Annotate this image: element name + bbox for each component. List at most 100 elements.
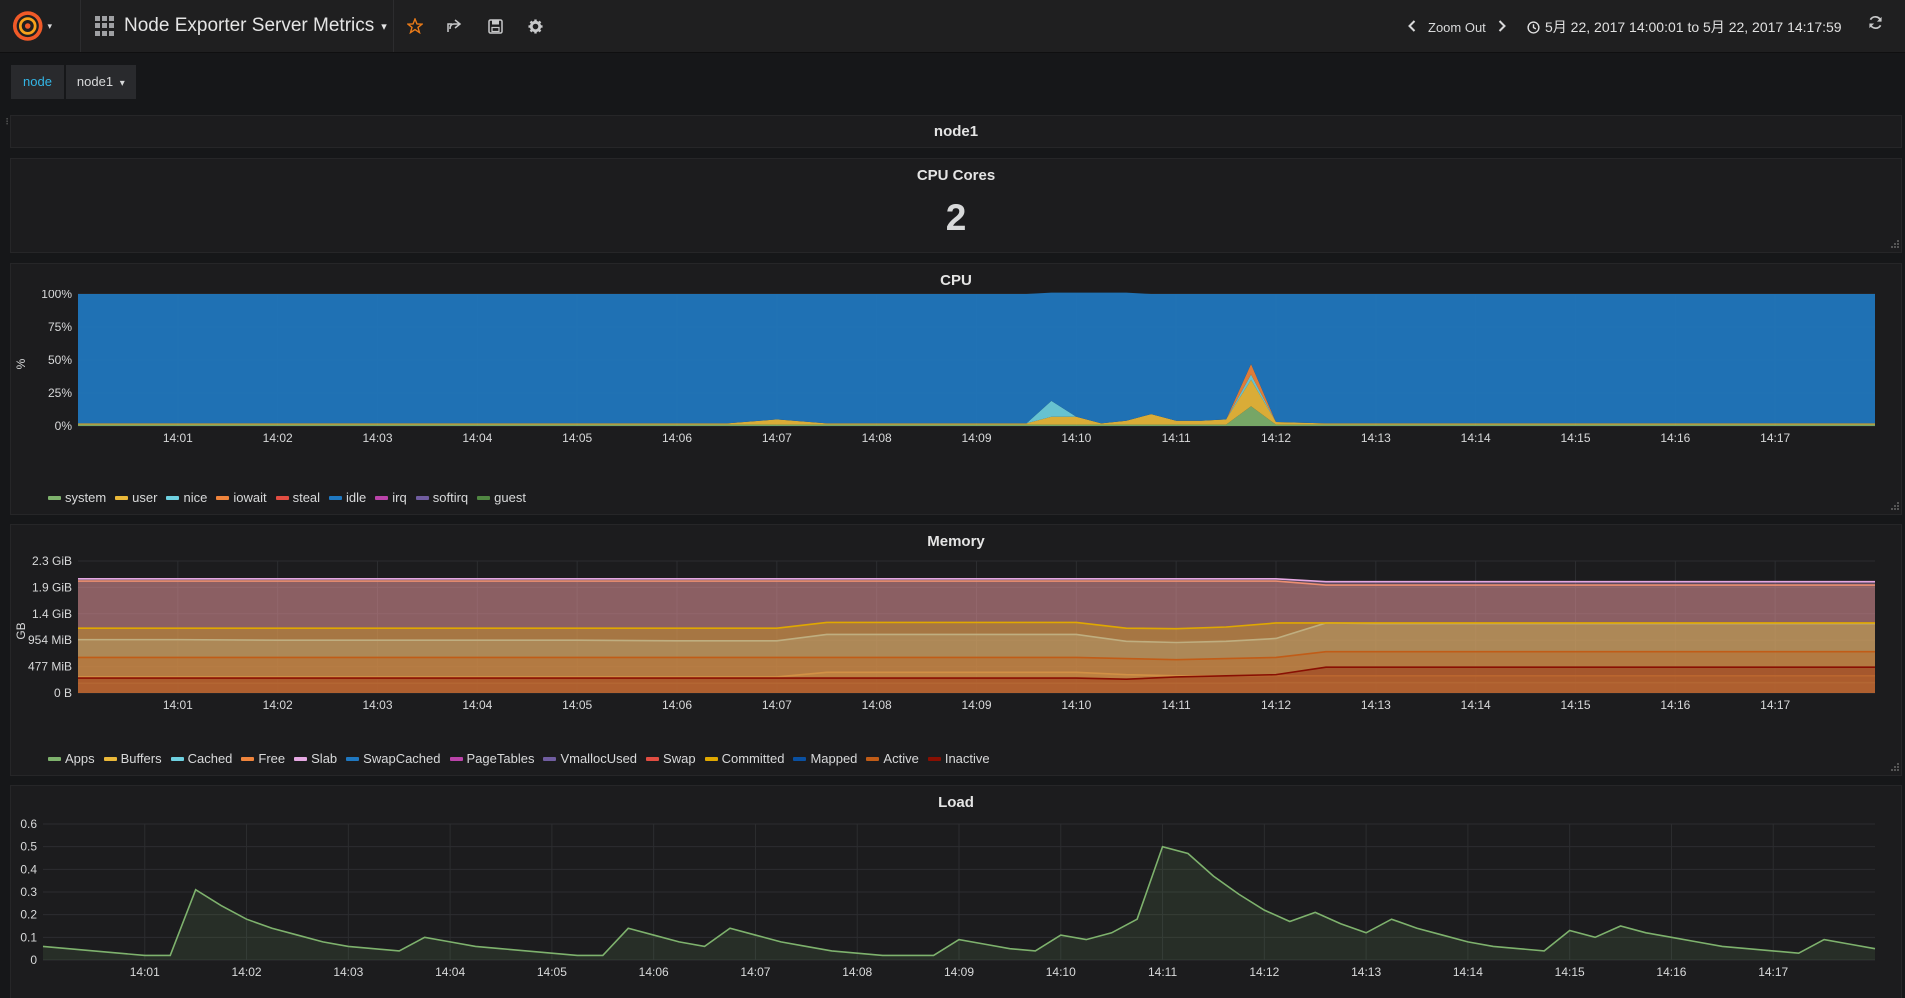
x-tick-label: 14:16 bbox=[1660, 431, 1690, 445]
legend-item-idle[interactable]: idle bbox=[329, 490, 366, 505]
legend-swatch bbox=[866, 756, 880, 761]
gear-icon bbox=[527, 18, 543, 34]
legend-item-pagetables[interactable]: PageTables bbox=[449, 751, 534, 766]
y-axis-label: % bbox=[14, 358, 28, 369]
zoom-out-button[interactable]: Zoom Out bbox=[1424, 20, 1490, 35]
panel-resize-icon[interactable] bbox=[1889, 502, 1899, 512]
legend-item-mapped[interactable]: Mapped bbox=[793, 751, 857, 766]
legend-item-iowait[interactable]: iowait bbox=[216, 490, 267, 505]
legend-label: Active bbox=[883, 751, 919, 766]
legend-swatch bbox=[216, 495, 230, 500]
clock-icon bbox=[1527, 20, 1540, 34]
share-dashboard-button[interactable] bbox=[441, 13, 467, 39]
x-tick-label: 14:07 bbox=[762, 431, 792, 445]
legend-swatch bbox=[477, 495, 491, 500]
panel-title[interactable]: CPU Cores bbox=[11, 167, 1901, 184]
row-title: node1 bbox=[933, 123, 979, 140]
legend-item-irq[interactable]: irq bbox=[375, 490, 407, 505]
cpu-graph[interactable]: 0% 25% 50% 75% 100% 14:01 14:02 14:03 14:04 14:05… bbox=[11, 290, 1899, 500]
legend-swatch bbox=[170, 756, 184, 761]
legend-item-committed[interactable]: Committed bbox=[704, 751, 784, 766]
legend-item-apps[interactable]: Apps bbox=[48, 751, 95, 766]
legend-label: Mapped bbox=[810, 751, 858, 766]
cpu-legend: system user nice iowait steal idle irq softirq g… bbox=[48, 490, 535, 505]
legend-label: nice bbox=[183, 490, 208, 505]
memory-legend: Apps Buffers Cached Free Slab SwapCached PageT… bbox=[48, 751, 999, 766]
panel-title[interactable]: Memory bbox=[11, 533, 1901, 550]
refresh-icon bbox=[1869, 16, 1882, 29]
legend-label: steal bbox=[292, 490, 321, 505]
top-navbar: ▾ Node Exporter Server Metrics ▾ Zoom Ou… bbox=[0, 0, 1905, 53]
time-shift-back-button[interactable] bbox=[1400, 19, 1424, 35]
y-tick-label: 1.9 GiB bbox=[32, 580, 72, 594]
x-tick-label: 14:17 bbox=[1760, 698, 1790, 712]
menu-caret-icon: ▾ bbox=[47, 20, 52, 31]
legend-item-steal[interactable]: steal bbox=[275, 490, 321, 505]
series-group bbox=[78, 577, 1875, 693]
legend-swatch bbox=[48, 756, 61, 761]
variable-select-node[interactable]: node1 ▾ bbox=[65, 65, 136, 99]
legend-item-inactive[interactable]: Inactive bbox=[927, 751, 990, 766]
x-tick-label: 14:06 bbox=[639, 965, 669, 979]
x-tick-label: 14:11 bbox=[1148, 965, 1177, 979]
legend-item-free[interactable]: Free bbox=[241, 751, 285, 766]
x-tick-label: 14:10 bbox=[1046, 965, 1076, 979]
load-graph[interactable]: 0 0.1 0.2 0.3 0.4 0.5 0.6 14:01 14:02 14:03 14:04 1… bbox=[11, 812, 1899, 998]
legend-item-system[interactable]: system bbox=[48, 490, 106, 505]
legend-item-swap[interactable]: Swap bbox=[646, 751, 696, 766]
legend-item-buffers[interactable]: Buffers bbox=[103, 751, 162, 766]
x-tick-label: 14:10 bbox=[1061, 698, 1091, 712]
legend-item-vmallocused[interactable]: VmallocUsed bbox=[543, 751, 637, 766]
x-tick-label: 14:13 bbox=[1361, 431, 1391, 445]
legend-item-swapcached[interactable]: SwapCached bbox=[346, 751, 441, 766]
legend-item-softirq[interactable]: softirq bbox=[415, 490, 468, 505]
refresh-button[interactable] bbox=[1868, 15, 1883, 33]
x-tick-label: 14:03 bbox=[333, 965, 363, 979]
legend-label: Swap bbox=[663, 751, 696, 766]
chevron-right-icon bbox=[1498, 20, 1506, 32]
legend-item-cached[interactable]: Cached bbox=[170, 751, 232, 766]
x-tick-label: 14:12 bbox=[1261, 431, 1291, 445]
grafana-menu-button[interactable]: ▾ bbox=[12, 8, 52, 44]
share-icon bbox=[447, 19, 462, 32]
legend-item-user[interactable]: user bbox=[115, 490, 157, 505]
y-tick-label: 954 MiB bbox=[28, 633, 72, 647]
legend-item-nice[interactable]: nice bbox=[166, 490, 207, 505]
variable-label-node: node bbox=[11, 65, 64, 99]
x-tick-label: 14:16 bbox=[1656, 965, 1686, 979]
legend-label: user bbox=[132, 490, 158, 505]
legend-label: idle bbox=[346, 490, 367, 505]
legend-swatch bbox=[793, 756, 807, 761]
legend-label: Inactive bbox=[944, 751, 990, 766]
panel-title[interactable]: Load bbox=[11, 794, 1901, 811]
x-tick-label: 14:12 bbox=[1249, 965, 1279, 979]
zoom-controls: Zoom Out bbox=[1400, 16, 1514, 38]
star-dashboard-button[interactable] bbox=[402, 13, 428, 39]
x-tick-label: 14:01 bbox=[163, 698, 193, 712]
time-shift-forward-button[interactable] bbox=[1490, 19, 1514, 35]
legend-swatch bbox=[275, 495, 289, 500]
x-tick-label: 14:13 bbox=[1361, 698, 1391, 712]
save-dashboard-button[interactable] bbox=[482, 13, 508, 39]
x-tick-label: 14:08 bbox=[842, 965, 872, 979]
legend-swatch bbox=[48, 495, 61, 500]
panel-resize-icon[interactable] bbox=[1889, 763, 1899, 773]
drag-handle-icon[interactable]: ⋮ bbox=[3, 118, 11, 132]
x-tick-label: 14:04 bbox=[435, 965, 465, 979]
legend-item-active[interactable]: Active bbox=[866, 751, 919, 766]
dashboard-settings-button[interactable] bbox=[522, 13, 548, 39]
time-range-label: 5月 22, 2017 14:00:01 to 5月 22, 2017 14:1… bbox=[1545, 19, 1842, 35]
legend-item-guest[interactable]: guest bbox=[477, 490, 526, 505]
star-icon bbox=[407, 18, 423, 34]
panel-resize-icon[interactable] bbox=[1889, 240, 1899, 250]
legend-swatch bbox=[646, 756, 660, 761]
time-range-picker[interactable]: 5月 22, 2017 14:00:01 to 5月 22, 2017 14:1… bbox=[1527, 16, 1842, 38]
legend-item-slab[interactable]: Slab bbox=[294, 751, 337, 766]
dashboard-title-button[interactable]: Node Exporter Server Metrics ▾ bbox=[95, 14, 387, 38]
dashboard-row-header[interactable]: ⋮ node1 bbox=[3, 115, 1902, 148]
y-tick-label: 0% bbox=[55, 419, 73, 433]
panel-title[interactable]: CPU bbox=[11, 272, 1901, 289]
series-area-idle bbox=[78, 292, 1875, 424]
memory-graph[interactable]: 0 B 477 MiB 954 MiB 1.4 GiB 1.9 GiB 2.3 GiB 14… bbox=[11, 551, 1899, 761]
legend-swatch bbox=[103, 756, 117, 761]
